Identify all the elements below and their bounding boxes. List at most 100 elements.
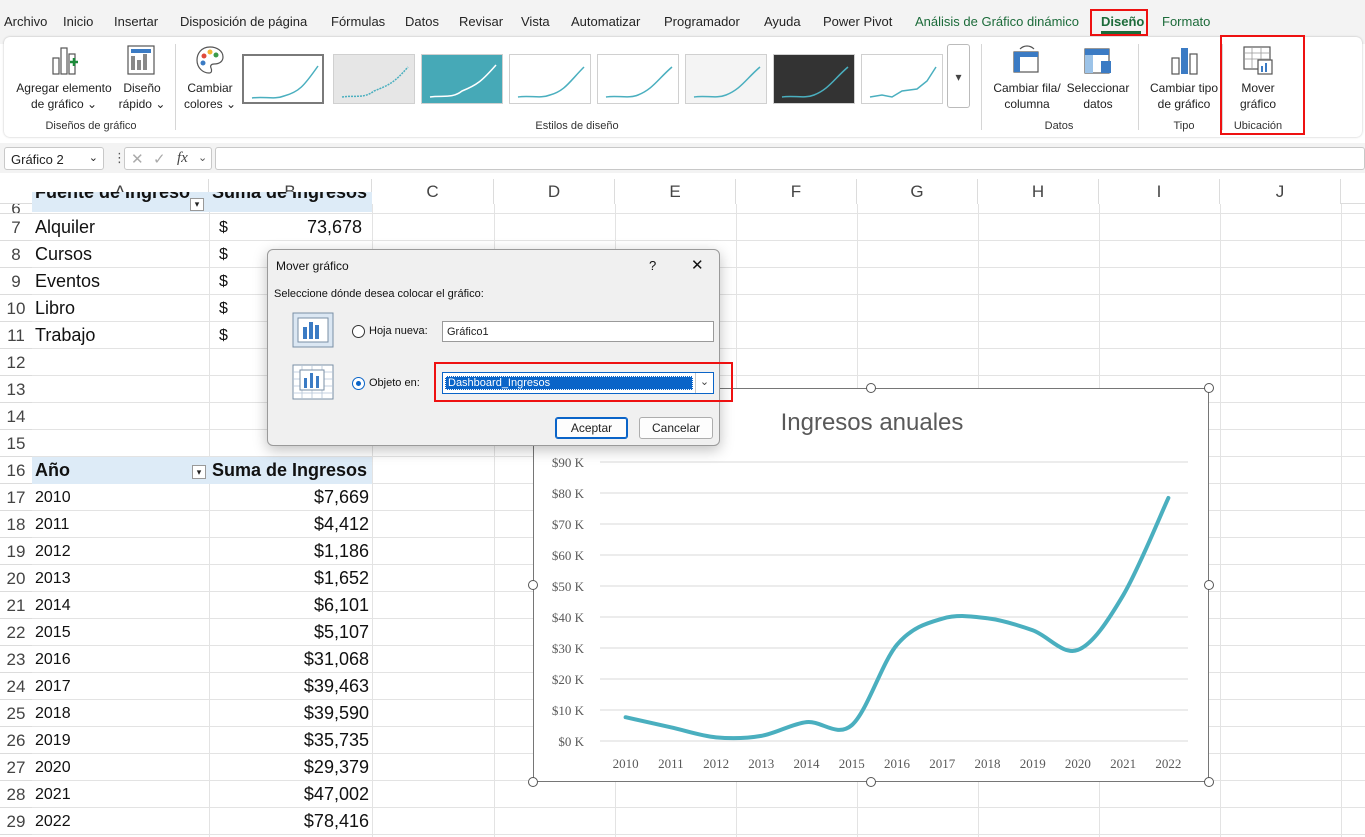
row-header-14[interactable]: 14 [0,403,32,430]
object-in-select[interactable]: Dashboard_Ingresos ⌄ [442,372,714,394]
row-header-13[interactable]: 13 [0,376,32,403]
row-header-8[interactable]: 8 [0,241,32,268]
col-header-f[interactable]: F [736,179,857,204]
resize-handle[interactable] [866,777,876,787]
row-header-11[interactable]: 11 [0,322,32,349]
menu-vista[interactable]: Vista [521,14,550,29]
menu-automatizar[interactable]: Automatizar [571,14,640,29]
pivot2-value: $5,107 [313,622,369,642]
cancel-icon[interactable]: ✕ [131,150,144,168]
row-header-15[interactable]: 15 [0,430,32,457]
name-box[interactable]: Gráfico 2 ⌄ [4,147,104,170]
filter-dropdown-icon[interactable]: ▾ [190,198,204,211]
menu-revisar[interactable]: Revisar [459,14,503,29]
new-sheet-icon [292,312,334,348]
menu-power-pivot[interactable]: Power Pivot [823,14,892,29]
pivot1-item: Eventos [35,271,101,291]
resize-handle[interactable] [528,580,538,590]
menu-insertar[interactable]: Insertar [114,14,158,29]
switch-row-column-button[interactable]: Cambiar fila/ columna [988,42,1066,114]
switch-row-col-label: Cambiar fila/ [993,81,1061,95]
chart-style-6[interactable] [685,54,767,104]
function-icon[interactable]: fx [177,150,188,167]
ok-button[interactable]: Aceptar [555,417,628,439]
menu-archivo[interactable]: Archivo [4,14,47,29]
row-header-26[interactable]: 26 [0,727,32,754]
chart-style-5[interactable] [597,54,679,104]
confirm-icon[interactable]: ✓ [153,150,166,168]
quick-layout-button[interactable]: Diseño rápido ⌄ [116,42,168,114]
resize-handle[interactable] [1204,383,1214,393]
filter-dropdown-icon[interactable]: ▾ [192,465,206,479]
group-chart-layouts: Diseños de gráfico [45,120,137,132]
chart-container[interactable]: Ingresos anuales $0 K $10 K $20 K $30 K $40 … [533,388,1209,782]
row-header-23[interactable]: 23 [0,646,32,673]
chart-style-3[interactable] [421,54,503,104]
menu-ayuda[interactable]: Ayuda [764,14,801,29]
row-header-17[interactable]: 17 [0,484,32,511]
new-sheet-input[interactable]: Gráfico1 [442,321,714,342]
chart-style-4[interactable] [509,54,591,104]
y-tick-label: $40 K [552,610,585,625]
new-sheet-label[interactable]: Hoja nueva: [369,325,428,337]
row-header-24[interactable]: 24 [0,673,32,700]
row-header-19[interactable]: 19 [0,538,32,565]
menu-diseno[interactable]: Diseño [1101,14,1144,29]
col-header-h[interactable]: H [978,179,1099,204]
col-header-g[interactable]: G [857,179,978,204]
col-header-j[interactable]: J [1220,179,1341,204]
palette-icon [196,46,224,74]
chevron-down-icon[interactable]: ⌄ [198,151,207,164]
row-header-9[interactable]: 9 [0,268,32,295]
row-header-22[interactable]: 22 [0,619,32,646]
object-in-radio[interactable] [352,377,365,390]
styles-more-button[interactable]: ▾ [947,44,970,108]
row-header-10[interactable]: 10 [0,295,32,322]
menu-disposicion[interactable]: Disposición de página [180,14,307,29]
row-header-27[interactable]: 27 [0,754,32,781]
row-header-16[interactable]: 16 [0,457,32,484]
row-header-18[interactable]: 18 [0,511,32,538]
select-data-button[interactable]: Seleccionar datos [1066,42,1130,114]
row-header-25[interactable]: 25 [0,700,32,727]
menu-inicio[interactable]: Inicio [63,14,93,29]
pivot2-year: 2011 [35,516,70,533]
row-header-21[interactable]: 21 [0,592,32,619]
col-header-e[interactable]: E [615,179,736,204]
col-header-c[interactable]: C [372,179,494,204]
row-header-12[interactable]: 12 [0,349,32,376]
resize-handle[interactable] [528,777,538,787]
formula-input[interactable] [215,147,1365,170]
chart-style-7[interactable] [773,54,855,104]
row-header-7[interactable]: 7 [0,214,32,241]
row-header-28[interactable]: 28 [0,781,32,808]
add-chart-element-button[interactable]: Agregar elemento de gráfico ⌄ [14,42,114,114]
change-colors-button[interactable]: Cambiar colores ⌄ [182,42,238,114]
move-chart-button[interactable]: Mover gráfico [1228,42,1288,114]
col-header-i[interactable]: I [1099,179,1220,204]
chart-style-1[interactable] [242,54,324,104]
resize-handle[interactable] [866,383,876,393]
menu-formato[interactable]: Formato [1162,14,1210,29]
row-header-6[interactable]: 6 [0,204,32,214]
close-icon[interactable]: ✕ [691,256,704,274]
menu-datos[interactable]: Datos [405,14,439,29]
object-in-label[interactable]: Objeto en: [369,377,420,389]
menu-programador[interactable]: Programador [664,14,740,29]
col-header-d[interactable]: D [494,179,615,204]
menu-analisis-grafico[interactable]: Análisis de Gráfico dinámico [915,14,1079,29]
resize-handle[interactable] [1204,777,1214,787]
chart-style-2[interactable] [333,54,415,104]
cancel-button[interactable]: Cancelar [639,417,713,439]
group-type: Tipo [1173,120,1195,132]
row-header-29[interactable]: 29 [0,808,32,835]
new-sheet-radio[interactable] [352,325,365,338]
chevron-down-icon[interactable]: ⌄ [695,373,713,393]
help-icon[interactable]: ? [649,258,656,273]
chart-style-8[interactable] [861,54,943,104]
menu-formulas[interactable]: Fórmulas [331,14,385,29]
change-chart-type-button[interactable]: Cambiar tipo de gráfico [1146,42,1222,114]
resize-handle[interactable] [1204,580,1214,590]
row-header-20[interactable]: 20 [0,565,32,592]
change-type-label: Cambiar tipo [1149,81,1219,95]
